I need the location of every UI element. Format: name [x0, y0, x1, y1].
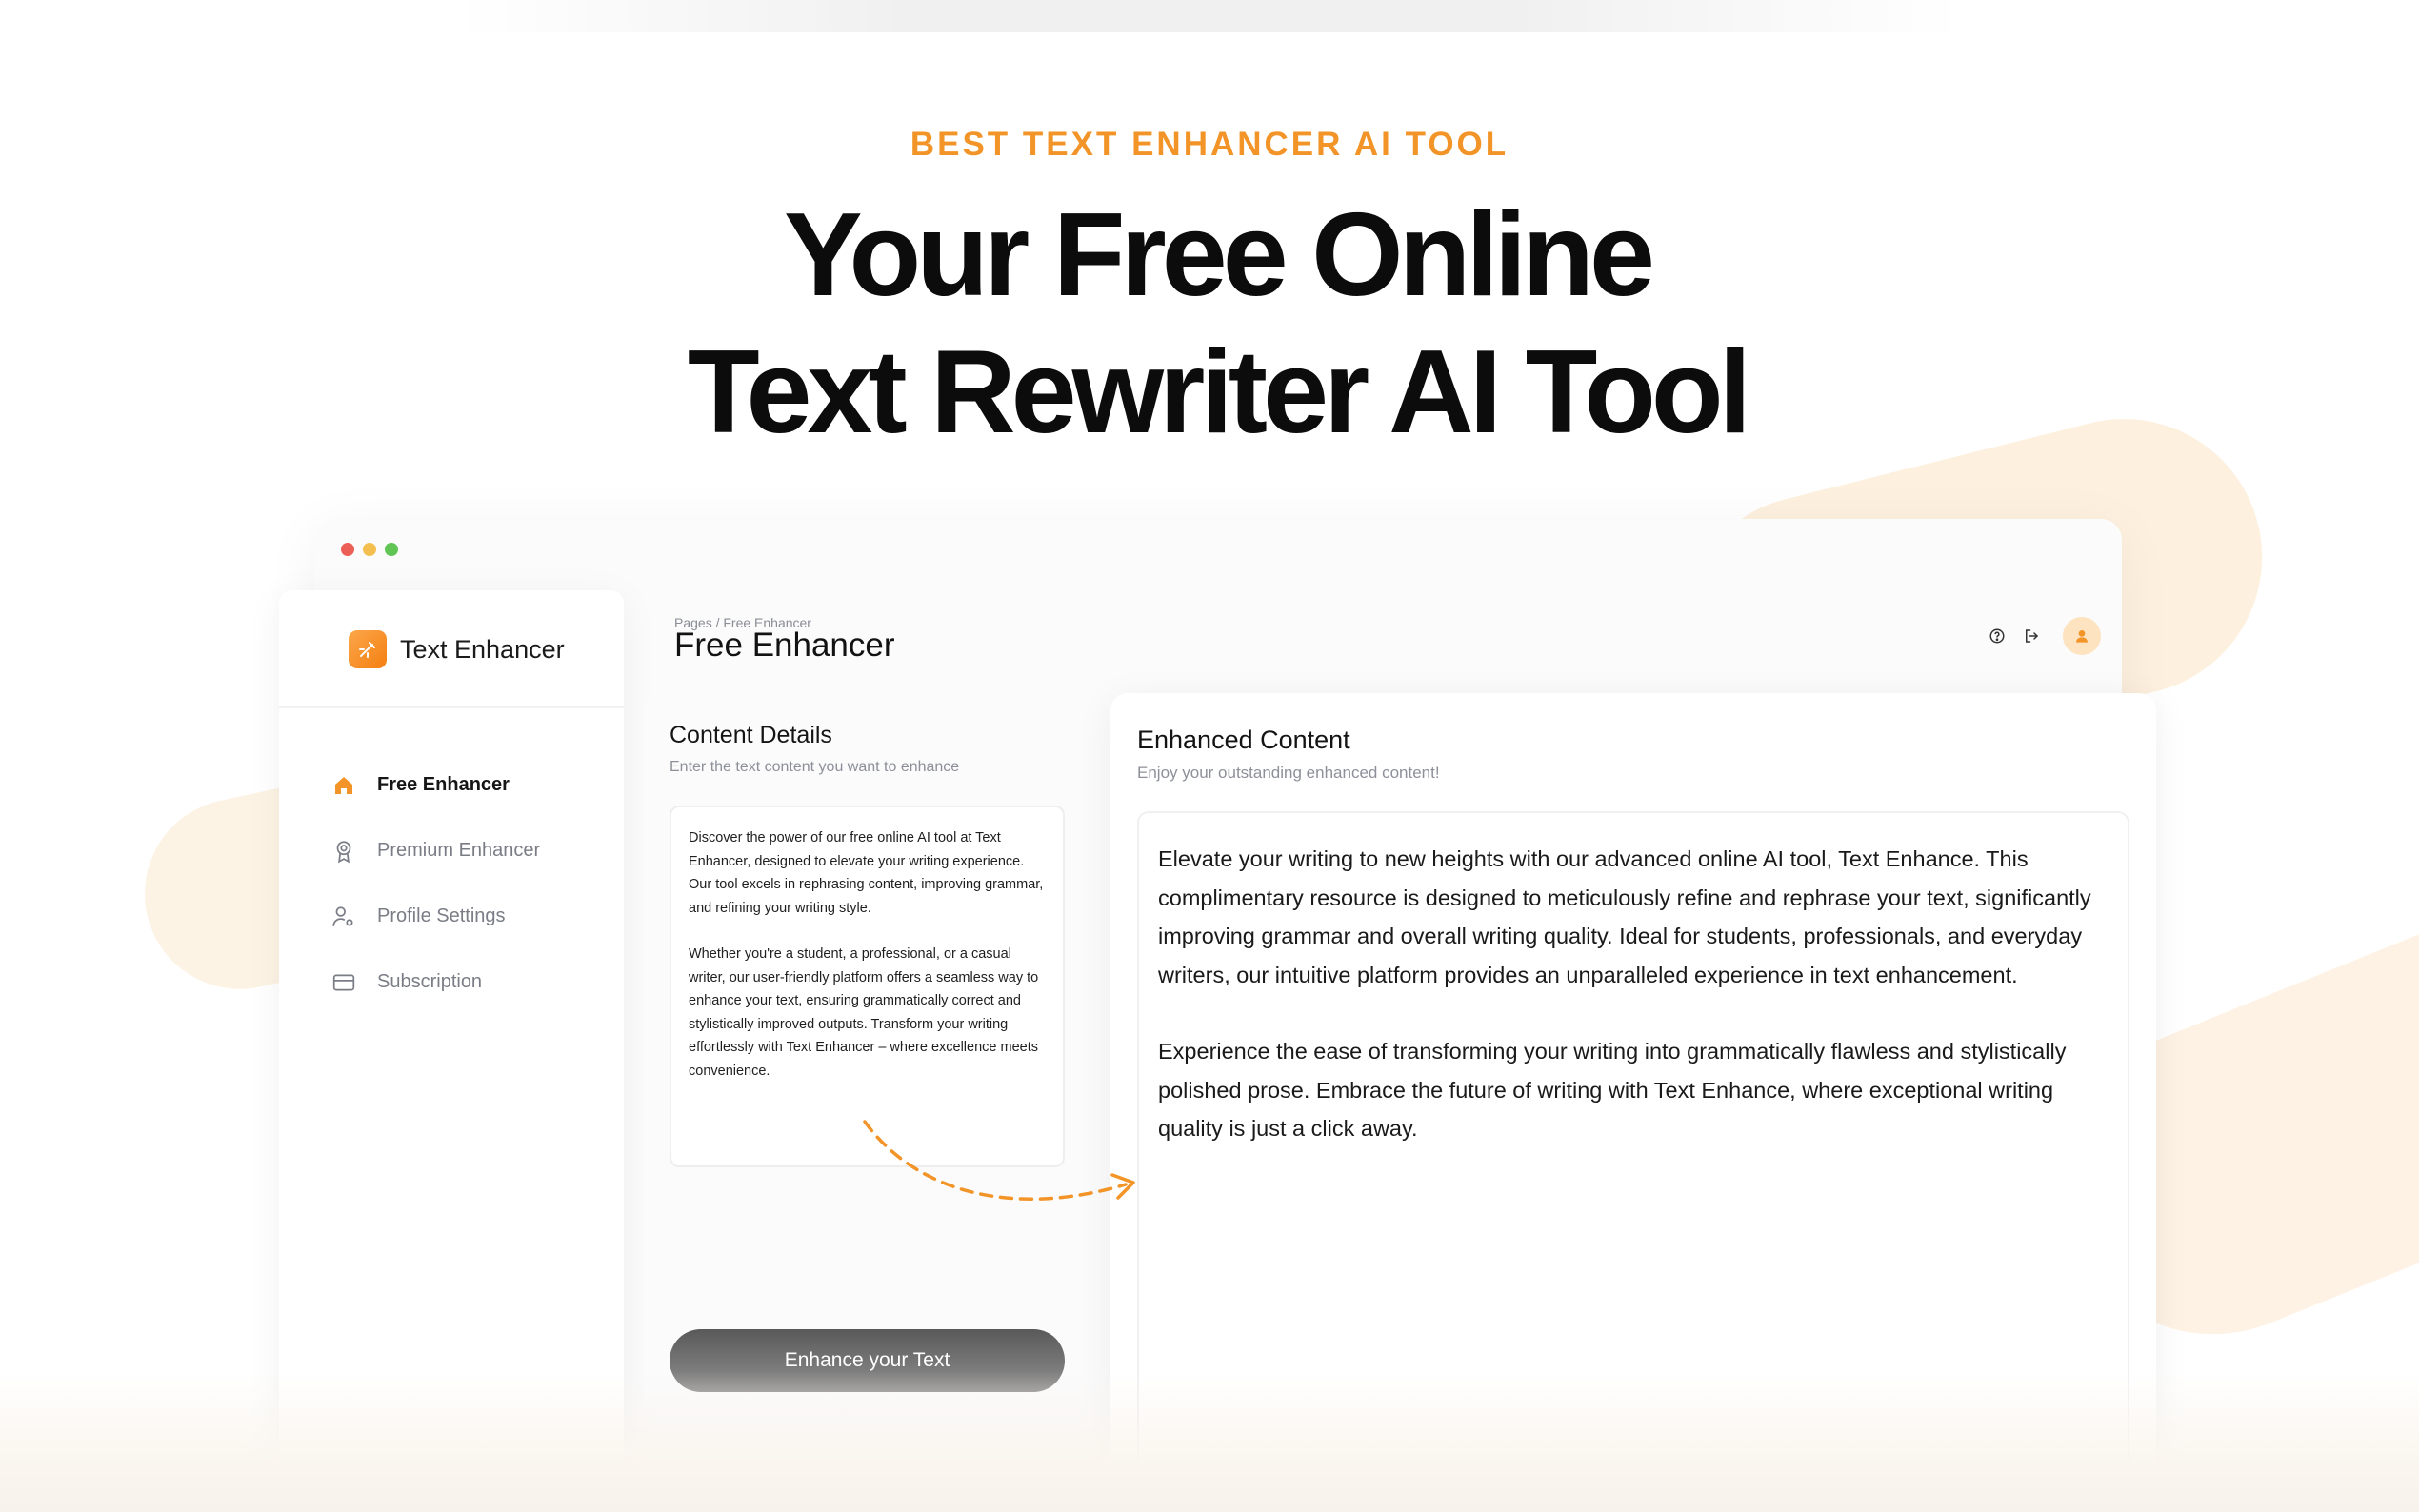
hero-headline-line2: Text Rewriter AI Tool	[687, 327, 1751, 458]
close-dot[interactable]	[341, 543, 354, 556]
input-paragraph: Whether you're a student, a professional…	[689, 946, 1039, 1079]
avatar[interactable]	[2063, 617, 2101, 655]
help-icon[interactable]	[1987, 626, 2008, 647]
award-icon	[330, 837, 358, 865]
output-paragraph: Experience the ease of transforming your…	[1158, 1039, 2067, 1141]
dashed-arrow-icon	[863, 1120, 1135, 1201]
minimize-dot[interactable]	[363, 543, 376, 556]
sidebar-item-premium-enhancer[interactable]: Premium Enhancer	[330, 818, 540, 884]
sidebar-divider	[279, 706, 624, 708]
enhanced-content-subtitle: Enjoy your outstanding enhanced content!	[1137, 764, 1440, 782]
page-title: Free Enhancer	[674, 627, 895, 664]
header-actions	[1987, 617, 2101, 655]
page: BEST TEXT ENHANCER AI TOOL Your Free Onl…	[0, 0, 2419, 1512]
content-details-subtitle: Enter the text content you want to enhan…	[670, 759, 960, 775]
brand[interactable]: Text Enhancer	[349, 630, 565, 668]
output-paragraph: Elevate your writing to new heights with…	[1158, 846, 2091, 987]
hero-eyebrow: BEST TEXT ENHANCER AI TOOL	[910, 126, 1509, 163]
sidebar-nav: Free Enhancer Premium Enhancer Profile S…	[330, 752, 540, 1015]
sidebar-item-label: Profile Settings	[377, 905, 506, 926]
logout-icon[interactable]	[2021, 626, 2042, 647]
content-details-title: Content Details	[670, 722, 832, 748]
sidebar-item-subscription[interactable]: Subscription	[330, 949, 540, 1015]
sidebar-item-label: Premium Enhancer	[377, 840, 541, 861]
brand-name: Text Enhancer	[400, 634, 565, 664]
hero-headline-line1: Your Free Online	[784, 189, 1655, 321]
maximize-dot[interactable]	[385, 543, 398, 556]
content-input-area[interactable]: Discover the power of our free online AI…	[670, 806, 1065, 1167]
top-fade-decoration	[457, 0, 1962, 32]
user-icon	[2076, 630, 2088, 643]
input-paragraph: Discover the power of our free online AI…	[689, 830, 1044, 916]
home-icon	[330, 771, 358, 800]
enhanced-content-title: Enhanced Content	[1137, 726, 1350, 754]
sidebar-item-free-enhancer[interactable]: Free Enhancer	[330, 752, 540, 818]
sidebar-item-label: Free Enhancer	[377, 774, 510, 795]
credit-card-icon	[330, 968, 358, 997]
sidebar-item-label: Subscription	[377, 971, 483, 992]
pen-logo-icon	[349, 630, 387, 668]
user-settings-icon	[330, 903, 358, 931]
sidebar-item-profile-settings[interactable]: Profile Settings	[330, 884, 540, 949]
hero-headline: Your Free Online Text Rewriter AI Tool	[0, 187, 2419, 461]
bottom-fade-decoration	[0, 1371, 2419, 1512]
window-controls	[341, 543, 398, 556]
